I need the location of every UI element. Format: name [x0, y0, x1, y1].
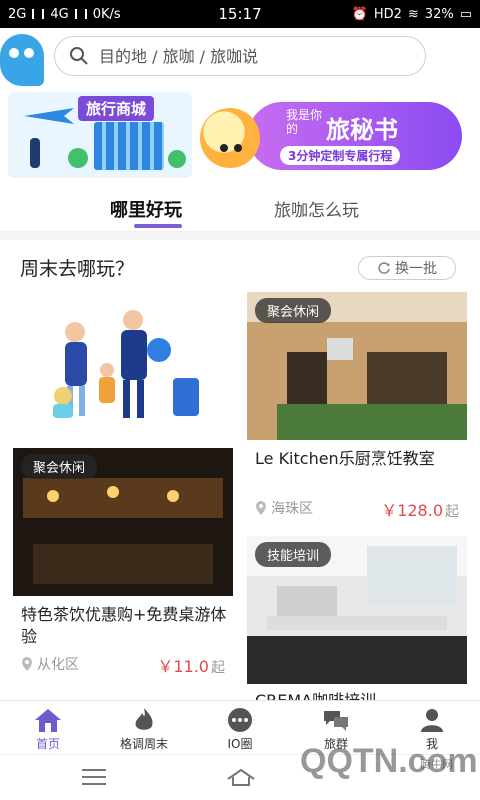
refresh-label: 换一批	[395, 261, 437, 277]
battery-icon: ▭	[459, 6, 472, 22]
travel-secretary-banner[interactable]: 我是你的 旅秘书 3分钟定制专属行程	[196, 92, 470, 178]
tree-icon	[68, 148, 88, 168]
nav-label: 格调周末	[119, 737, 168, 751]
wifi-icon: ≋	[407, 6, 419, 22]
content-tabs: 哪里好玩 旅咖怎么玩	[0, 184, 480, 232]
nav-label: 首页	[35, 737, 60, 751]
card-title: CREMA咖啡培训	[255, 690, 465, 700]
app-header	[0, 28, 480, 88]
location-pin-icon	[256, 501, 266, 515]
nav-io-circle[interactable]: IO圈	[192, 701, 288, 754]
refresh-button[interactable]: 换一批	[358, 256, 456, 280]
card-price: ￥11.0 起	[157, 653, 225, 677]
activity-card[interactable]: 聚会休闲 Le Kitchen乐厨烹饪教室 海珠区 ￥128.0 起	[247, 292, 467, 526]
illustration-card[interactable]	[13, 292, 233, 438]
category-badge: 聚会休闲	[21, 454, 98, 479]
activity-card[interactable]: 聚会休闲 特色茶饮优惠购+免费桌游体验 从化区 ￥11.0 起	[13, 448, 233, 682]
price-unit: 起	[211, 660, 225, 676]
network-type: 2G	[8, 6, 27, 22]
menu-icon[interactable]	[82, 769, 106, 785]
nav-label: IO圈	[227, 737, 253, 751]
signal-icon-2	[74, 9, 87, 19]
tree-icon	[168, 150, 186, 168]
secretary-subtitle: 3分钟定制专属行程	[280, 146, 401, 165]
promo-banners: 旅行商城 我是你的 旅秘书 3分钟定制专属行程	[0, 88, 480, 184]
person-icon	[421, 709, 443, 732]
network-speed: 0K/s	[92, 6, 121, 22]
category-badge: 技能培训	[255, 542, 332, 567]
tab-lvka-play[interactable]: 旅咖怎么玩	[274, 196, 359, 221]
travel-family-illustration	[13, 292, 233, 438]
active-tab-indicator	[134, 224, 182, 228]
alarm-icon: ⏰	[351, 6, 368, 22]
snail-mascot-icon	[200, 108, 260, 168]
search-icon	[70, 47, 88, 65]
card-title: 特色茶饮优惠购+免费桌游体验	[21, 605, 227, 646]
search-bar[interactable]	[54, 36, 426, 76]
secretary-line1: 我是你的	[286, 108, 323, 136]
card-price: ￥128.0 起	[381, 497, 459, 521]
clock: 15:17	[218, 5, 262, 23]
card-location: 从化区	[21, 654, 79, 674]
home-icon	[35, 709, 61, 732]
flame-icon	[135, 708, 153, 730]
price-value: ￥128.0	[381, 501, 443, 520]
hd-indicator: HD2	[373, 6, 402, 22]
location-text: 海珠区	[271, 501, 313, 517]
tab-where-fun[interactable]: 哪里好玩	[110, 196, 182, 222]
location-pin-icon	[22, 657, 32, 671]
airplane-icon	[24, 108, 74, 124]
travel-mall-label: 旅行商城	[78, 96, 155, 121]
category-badge: 聚会休闲	[255, 298, 332, 323]
price-unit: 起	[445, 504, 459, 520]
card-title: Le Kitchen乐厨烹饪教室	[255, 449, 435, 468]
group-chat-icon	[324, 711, 348, 731]
status-bar: 2G 4G 0K/s 15:17 ⏰ HD2 ≋ 32% ▭	[0, 0, 480, 28]
building-icon	[94, 122, 164, 170]
travel-mall-banner[interactable]: 旅行商城	[8, 92, 192, 178]
system-home-icon[interactable]	[226, 767, 256, 787]
chat-dots-icon	[228, 708, 252, 732]
refresh-icon	[378, 262, 390, 274]
section-title: 周末去哪玩？	[20, 258, 135, 280]
mascot-logo-icon[interactable]	[0, 34, 44, 86]
network-type-2: 4G	[50, 6, 69, 22]
location-text: 从化区	[37, 657, 79, 673]
price-value: ￥11.0	[157, 657, 209, 676]
traveler-icon	[30, 138, 40, 168]
nav-weekend[interactable]: 格调周末	[96, 701, 192, 754]
weekend-section: 周末去哪玩？ 换一批 聚会休闲 Le Kitchen乐厨烹饪教室 海珠区 ￥12…	[0, 240, 480, 700]
battery-level: 32%	[424, 6, 454, 22]
card-location: 海珠区	[255, 498, 313, 518]
search-input[interactable]	[99, 46, 399, 66]
watermark-small-text: 腾牛网	[420, 758, 453, 771]
activity-card[interactable]: 技能培训 CREMA咖啡培训	[247, 536, 467, 700]
signal-icon	[32, 9, 45, 19]
secretary-title: 旅秘书	[326, 116, 398, 144]
nav-home[interactable]: 首页	[0, 701, 96, 754]
